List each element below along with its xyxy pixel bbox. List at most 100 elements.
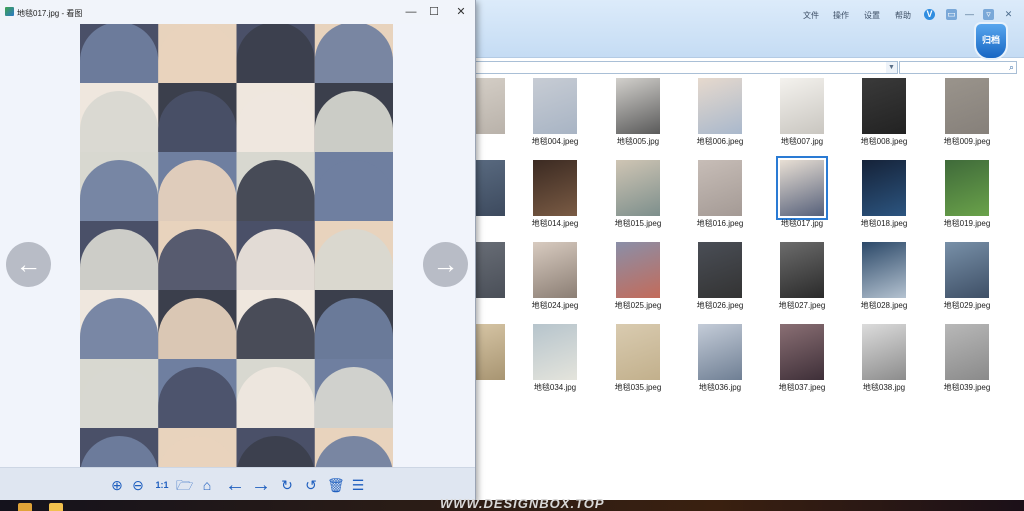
thumbnail-image[interactable] xyxy=(862,160,906,216)
prev-image-arrow[interactable]: ← xyxy=(6,242,51,287)
close-button[interactable]: ✕ xyxy=(454,5,468,19)
thumbnail-tile[interactable]: 地毯035.jpeg xyxy=(604,322,672,404)
browser-close-icon[interactable]: ✕ xyxy=(1003,9,1014,20)
app-icon xyxy=(5,7,14,16)
thumbnail-image[interactable] xyxy=(698,160,742,216)
thumbnail-tile[interactable]: 地毯019.jpeg xyxy=(933,158,1001,240)
thumbnail-caption: 地毯004.jpeg xyxy=(531,137,579,146)
thumbnail-image[interactable] xyxy=(945,160,989,216)
browser-restore-icon[interactable]: ▿ xyxy=(983,9,994,20)
actual-size-button[interactable]: 1:1 xyxy=(153,476,171,494)
maximize-button[interactable]: ☐ xyxy=(427,5,441,19)
thumbnail-tile[interactable]: 地毯017.jpg xyxy=(768,156,836,240)
thumbnail-caption: 地毯017.jpg xyxy=(780,219,824,228)
thumbnail-tile[interactable]: 地毯024.jpeg xyxy=(521,240,589,322)
browser-minimize-icon[interactable]: — xyxy=(964,9,975,20)
menu-icon[interactable]: ☰ xyxy=(351,476,365,494)
thumbnail-tile[interactable]: 地毯016.jpeg xyxy=(686,158,754,240)
thumbnail-image[interactable] xyxy=(862,324,906,380)
rotate-clockwise-icon[interactable]: ↻ xyxy=(280,476,294,494)
thumbnail-image[interactable] xyxy=(616,324,660,380)
thumbnail-tile[interactable]: 地毯034.jpg xyxy=(521,322,589,404)
thumbnail-tile[interactable]: 地毯008.jpeg xyxy=(850,76,918,158)
thumbnail-caption: 地毯008.jpeg xyxy=(860,137,908,146)
thumbnail-caption: 地毯024.jpeg xyxy=(531,301,579,310)
thumbnail-tile[interactable]: 地毯039.jpeg xyxy=(933,322,1001,404)
next-image-arrow[interactable]: → xyxy=(423,242,468,287)
thumbnail-tile[interactable]: 地毯018.jpeg xyxy=(850,158,918,240)
path-bar[interactable]: ▼ xyxy=(475,61,898,74)
thumbnail-caption: 地毯038.jpg xyxy=(862,383,906,392)
thumbnail-tile[interactable]: 地毯026.jpeg xyxy=(686,240,754,322)
thumbnail-image[interactable] xyxy=(780,78,824,134)
thumbnail-caption: 地毯035.jpeg xyxy=(614,383,662,392)
thumbnail-tile[interactable]: 地毯027.jpeg xyxy=(768,240,836,322)
menu-file[interactable]: 文件 xyxy=(803,10,819,21)
thumbnail-tile[interactable]: 地毯036.jpg xyxy=(686,322,754,404)
watermark: WWW.DESIGNBOX.TOP xyxy=(440,496,605,511)
thumbnail-tile[interactable]: 地毯009.jpeg xyxy=(933,76,1001,158)
menu-help[interactable]: 帮助 xyxy=(895,10,911,21)
minimize-button[interactable]: — xyxy=(404,5,418,19)
search-icon[interactable]: ⌕ xyxy=(1009,62,1014,73)
thumbnail-image[interactable] xyxy=(776,156,828,220)
thumbnail-tile[interactable]: 地毯005.jpg xyxy=(604,76,672,158)
thumbnail-image[interactable] xyxy=(862,242,906,298)
thumbnail-tile[interactable]: 地毯038.jpg xyxy=(850,322,918,404)
thumbnail-caption: 地毯036.jpg xyxy=(698,383,742,392)
thumbnail-image[interactable] xyxy=(780,324,824,380)
thumbnail-caption: 地毯009.jpeg xyxy=(943,137,991,146)
thumbnail-tile[interactable]: 地毯028.jpeg xyxy=(850,240,918,322)
thumbnail-image[interactable] xyxy=(945,324,989,380)
thumbnail-tile[interactable]: 地毯007.jpg xyxy=(768,76,836,158)
thumbnail-image[interactable] xyxy=(698,242,742,298)
thumbnail-caption: 地毯039.jpeg xyxy=(943,383,991,392)
thumbnail-tile[interactable]: 地毯015.jpeg xyxy=(604,158,672,240)
thumbnail-image[interactable] xyxy=(533,78,577,134)
rug-image xyxy=(80,24,393,467)
chevron-down-icon[interactable]: ▼ xyxy=(886,62,897,73)
v-badge-icon[interactable]: V xyxy=(924,9,935,20)
delete-icon[interactable]: 🗑 xyxy=(327,476,345,494)
thumbnail-caption: 地毯029.jpeg xyxy=(943,301,991,310)
thumbnail-image[interactable] xyxy=(616,160,660,216)
search-input[interactable]: ⌕ xyxy=(899,61,1017,74)
previous-arrow-icon[interactable]: ← xyxy=(224,475,246,495)
next-arrow-icon[interactable]: → xyxy=(250,475,272,495)
thumbnail-image[interactable] xyxy=(616,78,660,134)
thumbnail-tile[interactable]: 地毯029.jpeg xyxy=(933,240,1001,322)
thumbnail-caption: 地毯016.jpeg xyxy=(696,219,744,228)
thumbnail-image[interactable] xyxy=(616,242,660,298)
thumbnail-tile[interactable]: 地毯006.jpeg xyxy=(686,76,754,158)
thumbnail-tile[interactable]: 地毯004.jpeg xyxy=(521,76,589,158)
zoom-out-icon[interactable]: ⊖ xyxy=(131,476,145,494)
shield-badge[interactable]: 归档 xyxy=(974,22,1008,60)
open-folder-icon[interactable]: 🗁 xyxy=(176,476,193,494)
thumbnail-caption: 地毯019.jpeg xyxy=(943,219,991,228)
thumbnail-image[interactable] xyxy=(780,242,824,298)
thumbnail-image[interactable] xyxy=(533,242,577,298)
thumbnail-image[interactable] xyxy=(533,160,577,216)
thumbnail-image[interactable] xyxy=(862,78,906,134)
thumbnail-tile[interactable]: 地毯014.jpeg xyxy=(521,158,589,240)
thumbnail-image[interactable] xyxy=(945,78,989,134)
message-icon[interactable]: ▭ xyxy=(946,9,957,20)
thumbnail-tile[interactable]: 地毯037.jpeg xyxy=(768,322,836,404)
thumbnail-caption: 地毯015.jpeg xyxy=(614,219,662,228)
thumbnail-caption: 地毯025.jpeg xyxy=(614,301,662,310)
rotate-counterclockwise-icon[interactable]: ↺ xyxy=(304,476,318,494)
thumbnail-tile[interactable]: 地毯025.jpeg xyxy=(604,240,672,322)
menu-settings[interactable]: 设置 xyxy=(864,10,880,21)
slideshow-icon[interactable]: ⌂ xyxy=(199,476,215,494)
thumbnail-image[interactable] xyxy=(533,324,577,380)
viewer-titlebar[interactable]: 地毯017.jpg - 看图 — ☐ ✕ xyxy=(0,0,475,24)
menu-operations[interactable]: 操作 xyxy=(833,10,849,21)
viewer-toolbar: ⊕ ⊖ 1:1 🗁 ⌂ ← → ↻ ↺ 🗑 ☰ xyxy=(0,467,475,503)
thumbnail-image[interactable] xyxy=(698,78,742,134)
zoom-in-icon[interactable]: ⊕ xyxy=(110,476,124,494)
thumbnail-caption: 地毯014.jpeg xyxy=(531,219,579,228)
taskbar-app-icon[interactable] xyxy=(18,503,32,511)
thumbnail-image[interactable] xyxy=(698,324,742,380)
taskbar-folder-icon[interactable] xyxy=(49,503,63,511)
thumbnail-image[interactable] xyxy=(945,242,989,298)
